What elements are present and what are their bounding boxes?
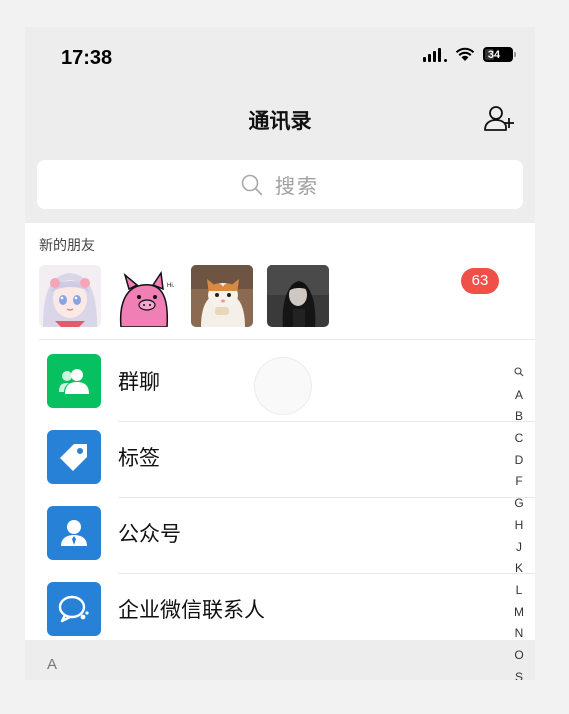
page-title: 通讯录 (248, 109, 312, 133)
section-header-a: A (47, 656, 58, 673)
menu-label: 公众号 (118, 522, 181, 546)
avatar[interactable] (191, 265, 253, 327)
index-letter[interactable]: G (514, 493, 523, 515)
status-icons: 34 (423, 47, 516, 62)
index-letter[interactable]: H (515, 515, 524, 537)
index-letter[interactable]: D (515, 450, 524, 472)
search-icon (241, 174, 263, 195)
index-letter[interactable]: O (514, 645, 523, 667)
svg-text:Hi.: Hi. (167, 283, 175, 289)
new-friends-avatars[interactable]: Hi. (39, 265, 329, 327)
index-search-icon[interactable] (514, 363, 524, 385)
work-contacts-icon (47, 582, 101, 636)
wifi-icon (455, 47, 475, 61)
index-letter[interactable]: S (515, 667, 523, 680)
menu-label: 群聊 (118, 370, 160, 394)
avatar[interactable]: Hi. (115, 265, 177, 327)
index-letter[interactable]: M (514, 602, 524, 624)
tag-icon (47, 430, 101, 484)
signal-icon (423, 47, 447, 62)
avatar[interactable] (39, 265, 101, 327)
tags-item[interactable]: 标签 (25, 422, 535, 498)
official-account-icon (47, 506, 101, 560)
index-letter[interactable]: K (515, 558, 523, 580)
menu-label: 企业微信联系人 (118, 598, 265, 622)
work-contacts-item[interactable]: 企业微信联系人 (25, 574, 535, 650)
status-time: 17:38 (61, 47, 113, 69)
index-letter[interactable]: C (515, 428, 524, 450)
contacts-list: 新的朋友 Hi. 63 群聊 标签 公众号 企业微信联系人 (25, 223, 535, 640)
new-friends-badge: 63 (461, 268, 499, 294)
add-friend-icon[interactable] (483, 104, 515, 132)
new-friends-label: 新的朋友 (39, 238, 95, 254)
index-letter[interactable]: L (516, 580, 523, 602)
alphabet-index[interactable]: A B C D F G H J K L M N O S (511, 363, 527, 680)
search-placeholder: 搜索 (275, 174, 319, 198)
index-letter[interactable]: A (515, 385, 523, 407)
battery-icon: 34 (483, 47, 516, 62)
index-letter[interactable]: B (515, 406, 523, 428)
group-chat-icon (47, 354, 101, 408)
official-accounts-item[interactable]: 公众号 (25, 498, 535, 574)
divider (39, 339, 535, 340)
battery-level: 34 (487, 48, 501, 61)
contacts-screen: 17:38 34 通讯录 搜索 新的朋友 Hi. 63 群聊 标签 公众号 企业… (25, 27, 535, 680)
avatar[interactable] (267, 265, 329, 327)
assistive-touch-button[interactable] (254, 357, 312, 415)
index-letter[interactable]: J (516, 537, 522, 559)
menu-label: 标签 (118, 446, 160, 470)
index-letter[interactable]: F (515, 471, 522, 493)
index-letter[interactable]: N (515, 623, 524, 645)
search-bar[interactable]: 搜索 (37, 160, 523, 209)
